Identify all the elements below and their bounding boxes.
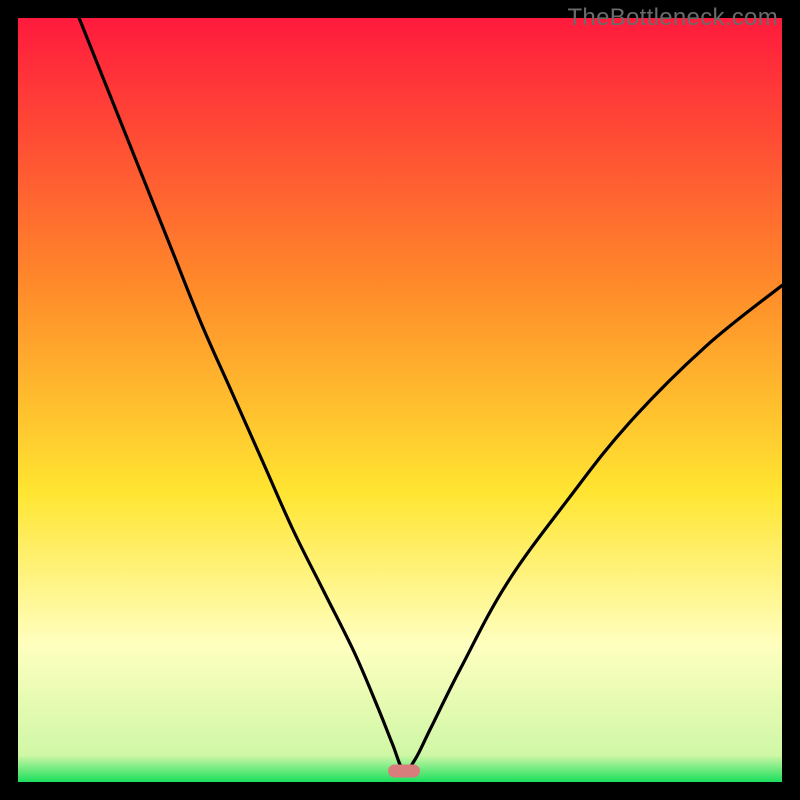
bottleneck-curve: [18, 18, 782, 782]
plot-area: [18, 18, 782, 782]
watermark-text: TheBottleneck.com: [567, 4, 778, 32]
optimal-point-marker: [388, 764, 420, 777]
chart-container: TheBottleneck.com: [0, 0, 800, 800]
